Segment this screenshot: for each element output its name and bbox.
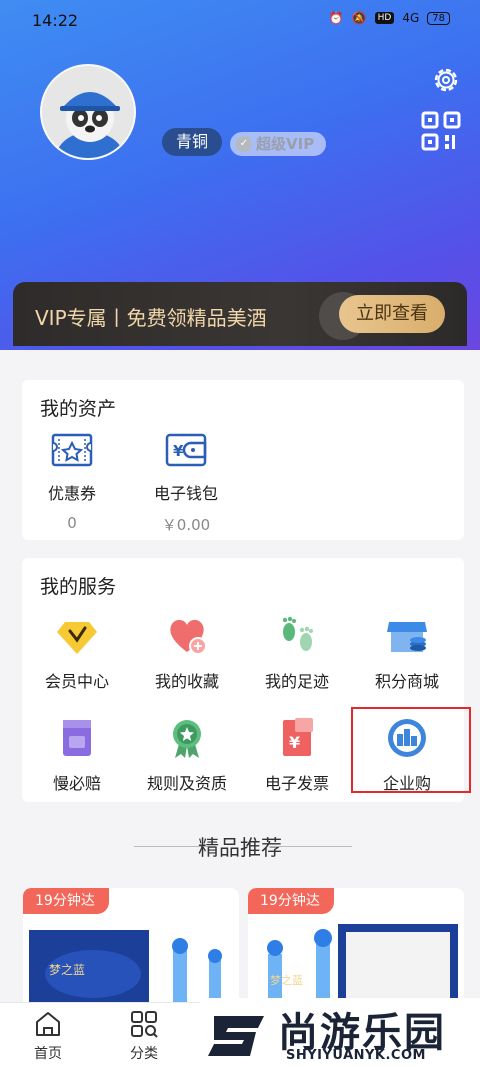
super-vip-badge[interactable]: ✓ 超级VIP	[230, 132, 327, 156]
footprints-label: 我的足迹	[264, 672, 329, 691]
coupon-icon	[51, 433, 93, 467]
site-logo-icon	[208, 1016, 264, 1056]
service-points-store[interactable]: 积分商城	[357, 614, 457, 692]
my-services-title: 我的服务	[40, 576, 117, 598]
svg-text:¥: ¥	[289, 733, 300, 752]
coupon-entry[interactable]: 优惠券 0	[22, 430, 122, 532]
my-assets-card: 我的资产 优惠券 0 ¥ 电子钱包 ￥0.00	[22, 380, 464, 540]
coupon-label: 优惠券	[47, 484, 96, 503]
status-time: 14:22	[32, 11, 79, 30]
signal-icon: 4G	[402, 11, 420, 25]
e-invoice-label: 电子发票	[264, 774, 329, 793]
my-assets-title: 我的资产	[40, 398, 117, 420]
wallet-label: 电子钱包	[153, 484, 218, 503]
service-rules-qualification[interactable]: 规则及资质	[137, 716, 237, 794]
home-icon	[36, 1012, 60, 1036]
favorites-label: 我的收藏	[154, 672, 219, 691]
tab-home[interactable]: 首页	[18, 1009, 78, 1063]
gear-icon[interactable]	[430, 64, 462, 96]
watermark-url-text: SHYIYUANYK.COM	[286, 1048, 426, 1063]
avatar[interactable]	[40, 64, 136, 160]
divider-right	[270, 846, 352, 847]
member-level-badge: 青铜	[162, 128, 223, 156]
service-e-invoice[interactable]: ¥ 电子发票	[247, 716, 347, 794]
tab-category-label: 分类	[130, 1046, 158, 1062]
service-favorites[interactable]: 我的收藏	[137, 614, 237, 692]
recommend-title: 精品推荐	[198, 836, 282, 860]
hd-icon: HD	[374, 12, 395, 24]
delivery-time-tag: 19分钟达	[248, 888, 334, 914]
svg-text:梦之蓝: 梦之蓝	[270, 973, 303, 987]
footprint-icon	[282, 616, 313, 651]
super-vip-label: 超级VIP	[256, 135, 315, 153]
mute-icon: 🔕	[351, 11, 367, 25]
service-delay-compensation[interactable]: 慢必赔	[27, 716, 127, 794]
alarm-icon: ⏰	[328, 11, 344, 25]
delay-compensation-label: 慢必赔	[52, 774, 101, 793]
compensation-icon	[63, 720, 91, 756]
invoice-icon: ¥	[283, 718, 313, 756]
vip-check-icon: ✓	[236, 136, 252, 152]
site-watermark: 尚游乐园 SHYIYUANYK.COM	[200, 998, 480, 1067]
battery-icon: 78	[427, 11, 450, 25]
wallet-icon: ¥	[165, 433, 207, 467]
member-center-label: 会员中心	[44, 672, 109, 691]
points-store-icon	[387, 622, 427, 652]
qr-code-icon[interactable]	[420, 110, 462, 152]
delivery-time-tag: 19分钟达	[23, 888, 109, 914]
rules-qualification-label: 规则及资质	[146, 774, 227, 793]
category-grid-icon	[131, 1011, 158, 1038]
favorite-heart-icon	[170, 619, 207, 655]
rules-badge-icon	[173, 720, 201, 758]
service-footprints[interactable]: 我的足迹	[247, 614, 347, 692]
member-diamond-icon	[57, 622, 97, 654]
points-store-label: 积分商城	[374, 672, 439, 691]
vip-promo-text: VIP专属丨免费领精品美酒	[35, 306, 267, 330]
wallet-balance: ￥0.00	[161, 516, 211, 534]
vip-promo-banner[interactable]: VIP专属丨免费领精品美酒 立即查看	[13, 282, 467, 346]
status-icons: ⏰ 🔕 HD 4G 78	[329, 11, 450, 25]
svg-text:梦之蓝: 梦之蓝	[49, 963, 85, 977]
service-member-center[interactable]: 会员中心	[27, 614, 127, 692]
tab-home-label: 首页	[34, 1046, 62, 1062]
tab-category[interactable]: 分类	[114, 1009, 174, 1063]
wallet-entry[interactable]: ¥ 电子钱包 ￥0.00	[136, 430, 236, 535]
view-now-button[interactable]: 立即查看	[339, 295, 445, 333]
coupon-count: 0	[67, 514, 77, 532]
status-bar: 14:22 ⏰ 🔕 HD 4G 78	[0, 0, 480, 40]
svg-text:¥: ¥	[173, 442, 184, 460]
enterprise-highlight-box	[351, 707, 471, 793]
